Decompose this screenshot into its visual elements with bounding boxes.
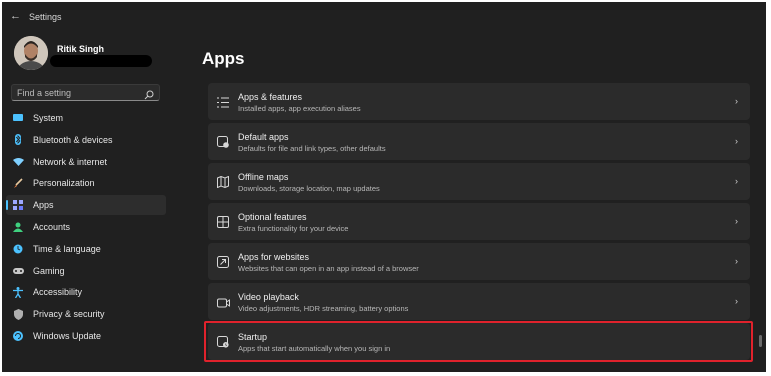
card-title: Optional features	[238, 212, 307, 222]
sidebar-item-label: Accessibility	[33, 287, 83, 298]
sidebar-item-time-language[interactable]: Time & language	[6, 239, 166, 259]
title-bar: ← Settings	[2, 2, 766, 32]
card-subtitle: Downloads, storage location, map updates	[238, 184, 380, 193]
sidebar-item-label: Accounts	[33, 221, 71, 232]
avatar-image	[14, 36, 48, 70]
card-title: Video playback	[238, 292, 299, 302]
chevron-right-icon: ›	[735, 96, 738, 106]
search-input[interactable]	[17, 87, 137, 99]
sidebar-item-apps[interactable]: Apps	[6, 195, 166, 216]
person-icon	[12, 221, 24, 233]
sidebar-item-label: Personalization	[33, 178, 95, 189]
bluetooth-icon	[12, 134, 24, 146]
sidebar-item-label: System	[33, 113, 64, 123]
card-subtitle: Extra functionality for your device	[238, 224, 349, 233]
shield-icon	[12, 308, 24, 320]
brush-icon	[12, 177, 24, 189]
sidebar-item-accessibility[interactable]: Accessibility	[6, 282, 166, 302]
back-arrow-icon[interactable]: ←	[10, 10, 21, 22]
card-video-playback[interactable]: Video playback Video adjustments, HDR st…	[208, 283, 750, 320]
chevron-right-icon: ›	[735, 296, 738, 306]
redacted-email	[50, 55, 152, 67]
default-apps-icon	[217, 135, 230, 148]
chevron-right-icon: ›	[735, 176, 738, 186]
sidebar-item-label: Network & internet	[33, 156, 108, 167]
card-title: Default apps	[238, 132, 289, 142]
card-default-apps[interactable]: Default apps Defaults for file and link …	[208, 123, 750, 160]
search-box[interactable]	[11, 84, 160, 101]
window-title: Settings	[29, 12, 62, 22]
card-title: Apps & features	[238, 92, 303, 102]
sidebar-item-accounts[interactable]: Accounts	[6, 217, 166, 237]
scrollbar-thumb[interactable]	[759, 335, 762, 347]
card-startup[interactable]: Startup Apps that start automatically wh…	[208, 323, 750, 360]
update-icon	[12, 330, 24, 342]
sidebar-item-label: Windows Update	[33, 330, 102, 341]
sidebar-item-personalization[interactable]: Personalization	[6, 173, 166, 193]
sidebar-item-label: Bluetooth & devices	[33, 134, 113, 145]
card-title: Offline maps	[238, 172, 289, 182]
card-apps-for-websites[interactable]: Apps for websites Websites that can open…	[208, 243, 750, 280]
sidebar-item-bluetooth[interactable]: Bluetooth & devices	[6, 130, 166, 150]
startup-icon	[217, 335, 230, 348]
card-subtitle: Installed apps, app execution aliases	[238, 104, 361, 113]
sidebar-item-label: Time & language	[33, 243, 101, 254]
sidebar-item-label: Gaming	[33, 265, 65, 276]
sidebar-item-label: Apps	[33, 200, 54, 211]
map-icon	[217, 175, 230, 189]
controller-icon	[12, 265, 24, 277]
card-subtitle: Apps that start automatically when you s…	[238, 344, 391, 353]
card-subtitle: Defaults for file and link types, other …	[238, 144, 386, 153]
apps-icon	[12, 199, 24, 211]
user-name: Ritik Singh	[57, 44, 104, 54]
card-title: Apps for websites	[238, 252, 310, 262]
card-subtitle: Video adjustments, HDR streaming, batter…	[238, 304, 409, 313]
chevron-right-icon: ›	[735, 256, 738, 266]
sidebar-nav: System Bluetooth & devices Network & int…	[6, 108, 166, 348]
card-subtitle: Websites that can open in an app instead…	[238, 264, 419, 273]
sidebar-item-label: Privacy & security	[33, 309, 105, 320]
sidebar-item-windows-update[interactable]: Windows Update	[6, 326, 166, 346]
card-title: Startup	[238, 332, 268, 342]
chevron-right-icon: ›	[735, 136, 738, 146]
search-icon[interactable]	[144, 87, 154, 105]
wifi-icon	[12, 156, 24, 168]
chevron-right-icon: ›	[735, 216, 738, 226]
card-optional-features[interactable]: Optional features Extra functionality fo…	[208, 203, 750, 240]
card-apps-features[interactable]: Apps & features Installed apps, app exec…	[208, 83, 750, 120]
sidebar-item-system[interactable]: System	[6, 108, 166, 128]
video-icon	[217, 295, 230, 308]
sidebar-item-gaming[interactable]: Gaming	[6, 261, 166, 281]
accessibility-icon	[12, 286, 24, 298]
system-icon	[12, 112, 24, 124]
page-title: Apps	[202, 49, 245, 68]
avatar[interactable]	[14, 36, 48, 70]
list-icon	[217, 95, 230, 108]
settings-card-list: Apps & features Installed apps, app exec…	[208, 83, 750, 363]
settings-window: ← Settings Ritik Singh System Bluetooth …	[2, 2, 766, 372]
globe-clock-icon	[12, 243, 24, 255]
sidebar-item-network[interactable]: Network & internet	[6, 152, 166, 172]
sidebar-item-privacy[interactable]: Privacy & security	[6, 304, 166, 324]
add-grid-icon	[217, 215, 230, 228]
card-offline-maps[interactable]: Offline maps Downloads, storage location…	[208, 163, 750, 200]
open-link-icon	[217, 255, 230, 268]
